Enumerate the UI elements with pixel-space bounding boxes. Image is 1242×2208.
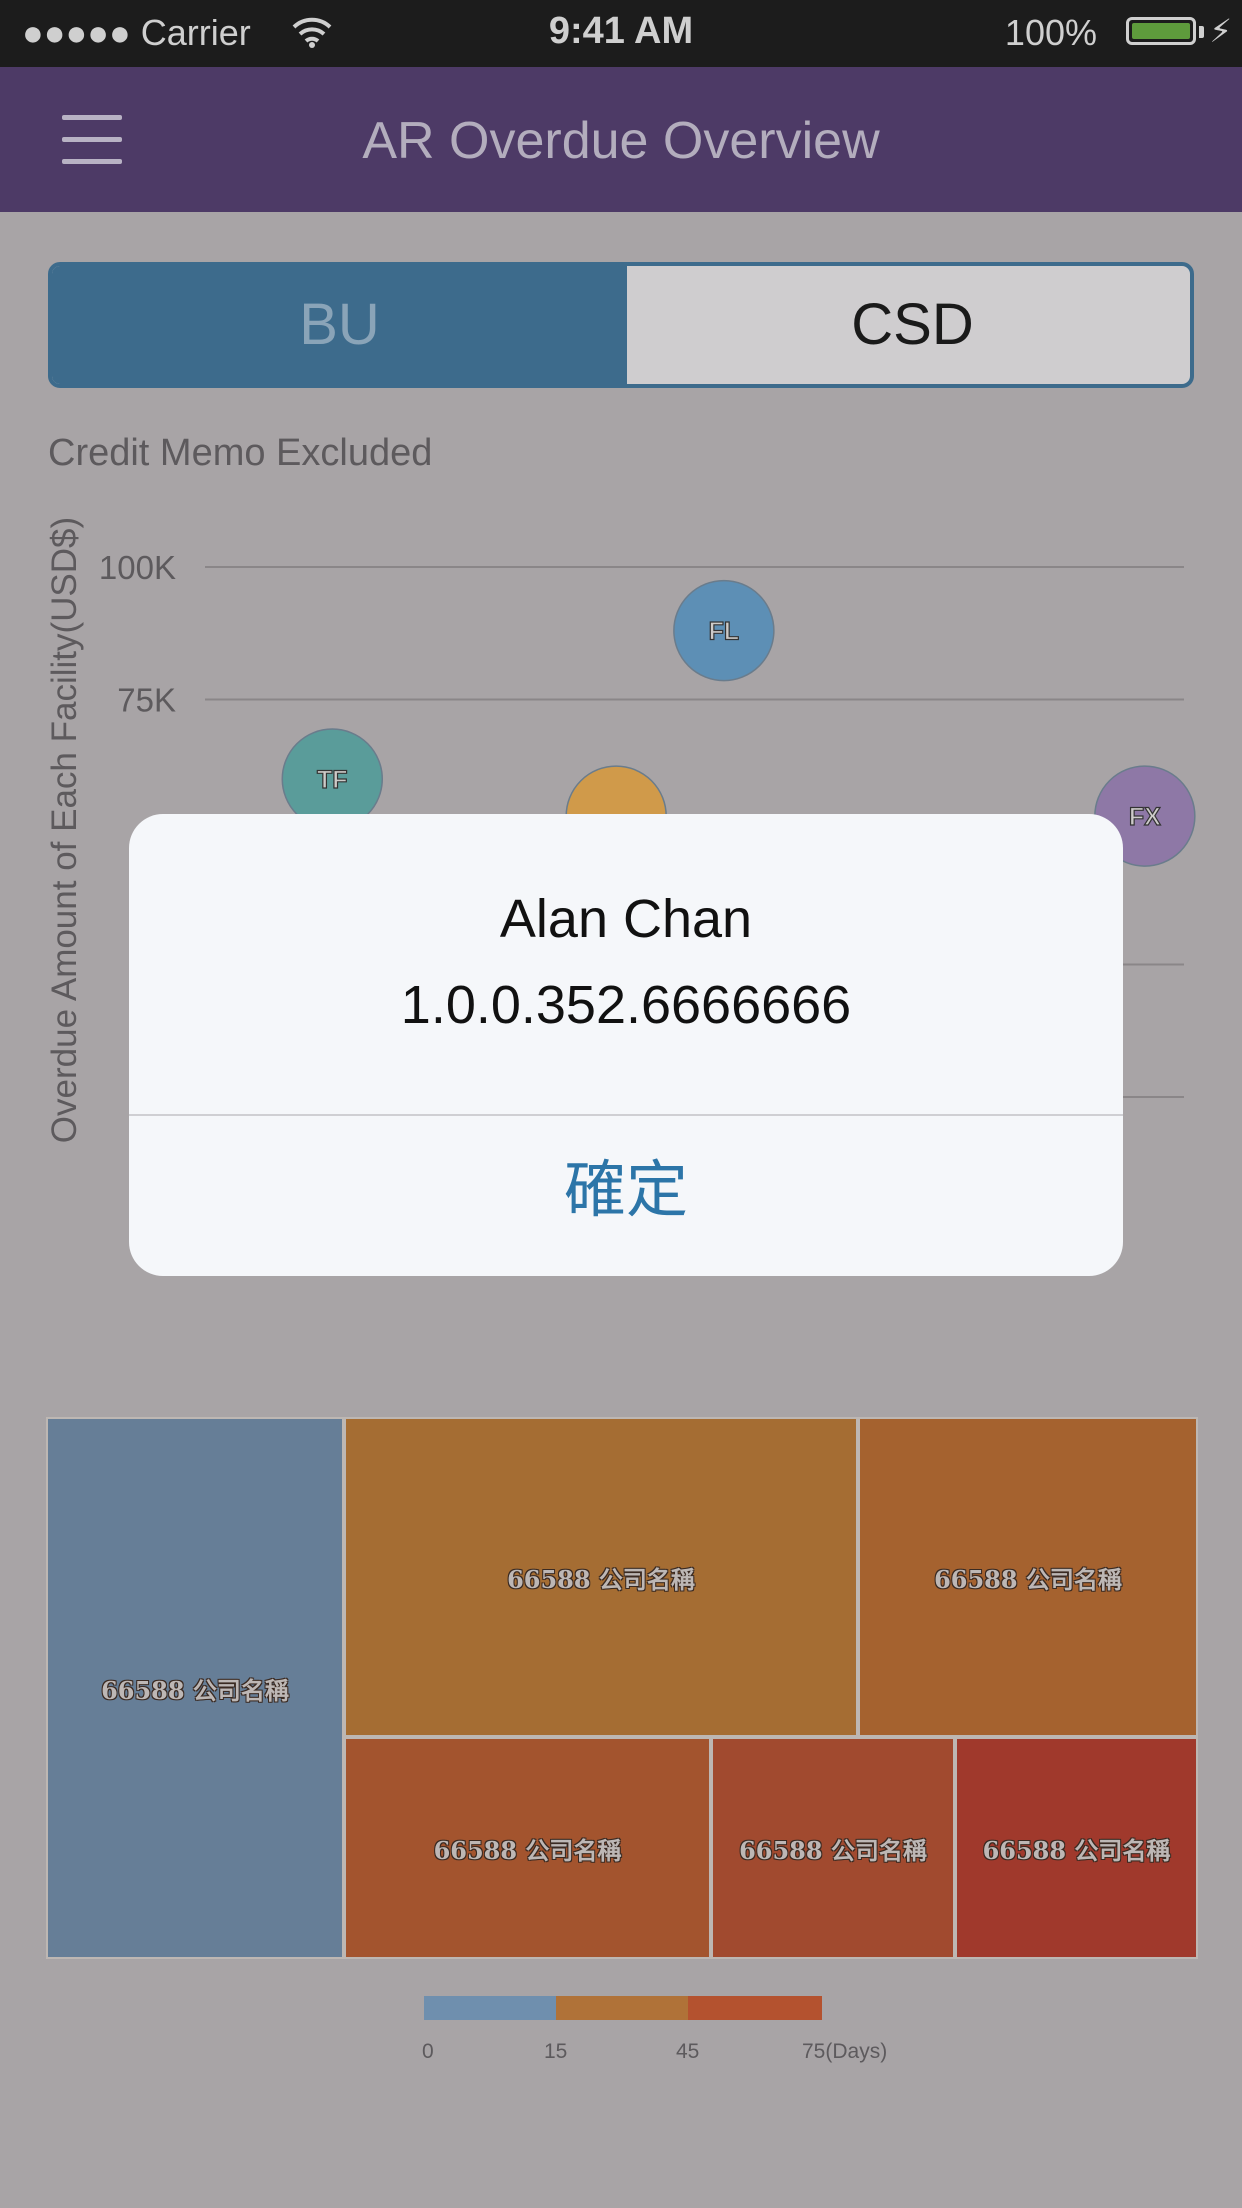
dialog-user-name: Alan Chan — [499, 889, 753, 949]
dialog-version: 1.0.0.352.6666666 — [400, 975, 852, 1035]
alert-dialog: Alan Chan 1.0.0.352.6666666 確定 — [129, 814, 1123, 1276]
confirm-button[interactable]: 確定 — [129, 1116, 1123, 1276]
